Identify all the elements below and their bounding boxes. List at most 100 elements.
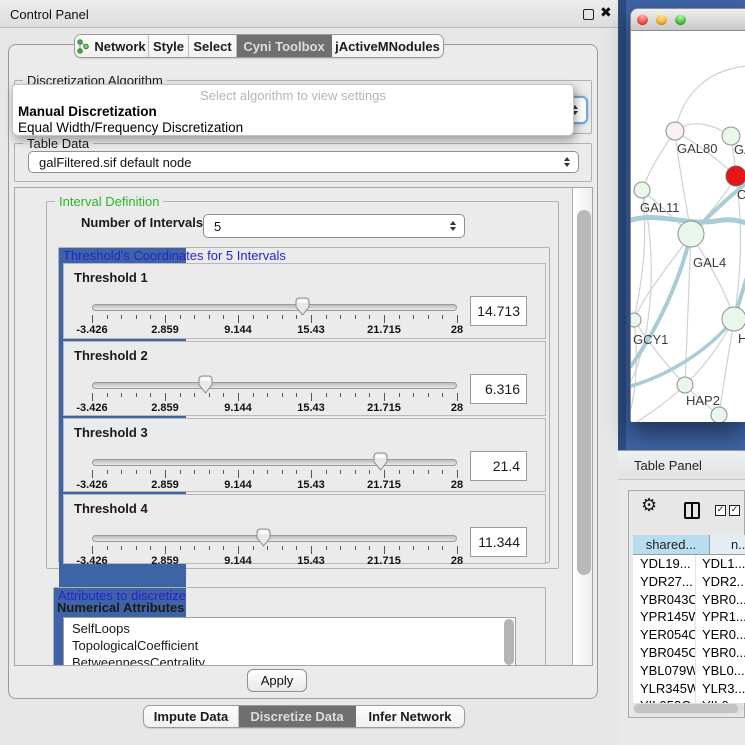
traffic-light-minimize-icon[interactable] <box>656 14 667 25</box>
bottom-tab-bar: Impute Data Discretize Data Infer Networ… <box>143 705 465 728</box>
slider-tick <box>369 546 370 550</box>
tab-jactivemnodules[interactable]: jActiveMNodules <box>332 35 443 57</box>
slider-tick <box>282 315 283 319</box>
table-data-value: galFiltered.sif default node <box>39 155 191 170</box>
attribute-item[interactable]: BetweennessCentrality <box>72 654 515 666</box>
node-label: GA <box>734 142 745 157</box>
slider-track[interactable] <box>92 304 457 311</box>
slider-tick <box>194 315 195 319</box>
slider-tick <box>267 315 268 319</box>
table-row[interactable]: YLR345WYLR3... <box>633 680 745 698</box>
slider-tick-label: 28 <box>451 555 463 567</box>
tab-select[interactable]: Select <box>189 35 237 57</box>
table-row[interactable]: YBR043CYBR0... <box>633 591 745 609</box>
network-window[interactable]: GAL80GACGAL11GAL4GCY1HHAP2 <box>630 8 745 421</box>
tab-impute-data[interactable]: Impute Data <box>144 706 239 727</box>
checkbox-icon[interactable]: ✓ <box>729 505 740 516</box>
table-data-combobox[interactable]: galFiltered.sif default node <box>28 151 579 173</box>
gear-icon[interactable]: ⚙ <box>641 497 657 515</box>
slider-ticks <box>92 546 457 555</box>
tab-network[interactable]: Network <box>75 35 149 57</box>
group-title: Interval Definition <box>55 194 163 209</box>
dropdown-option[interactable]: Equal Width/Frequency Discretization <box>18 120 243 135</box>
slider-tick <box>457 393 458 401</box>
node-label: H <box>738 331 745 346</box>
tab-cyni-toolbox[interactable]: Cyni Toolbox <box>237 35 332 57</box>
slider-track[interactable] <box>92 382 457 389</box>
number-of-intervals-combobox[interactable]: 5 <box>203 214 465 238</box>
threshold-value-field[interactable]: 11.344 <box>470 527 527 557</box>
table-row[interactable]: YPR145WYPR1... <box>633 608 745 626</box>
column-header-name[interactable]: n... <box>710 535 745 555</box>
float-icon[interactable] <box>583 9 594 20</box>
threshold-panel: Threshold 3 -3.4262.8599.14415.4321.7152… <box>63 418 546 492</box>
table-cell: YPR145W <box>633 608 696 626</box>
slider-tick <box>150 546 151 550</box>
network-node[interactable] <box>677 377 693 393</box>
network-node[interactable] <box>631 313 641 327</box>
network-node[interactable] <box>711 407 727 422</box>
slider-tick <box>326 470 327 474</box>
apply-button[interactable]: Apply <box>247 669 307 692</box>
threshold-value-field[interactable]: 6.316 <box>470 374 527 404</box>
slider-tick-label: 9.144 <box>224 555 252 567</box>
window-titlebar[interactable] <box>631 9 745 31</box>
attribute-item[interactable]: SelfLoops <box>72 620 515 637</box>
slider-tick-labels: -3.4262.8599.14415.4321.71528 <box>92 324 457 336</box>
threshold-value-field[interactable]: 21.4 <box>470 451 527 481</box>
table-row[interactable]: YBL079WYBL0... <box>633 662 745 680</box>
slider-track[interactable] <box>92 459 457 466</box>
tab-infer-network[interactable]: Infer Network <box>356 706 464 727</box>
scrollbar-thumb[interactable] <box>577 210 591 575</box>
network-node[interactable] <box>678 221 704 247</box>
network-node[interactable] <box>722 307 745 331</box>
slider-track[interactable] <box>92 535 457 542</box>
slider-ticks <box>92 470 457 479</box>
vertical-scrollbar[interactable] <box>572 188 593 666</box>
slider-tick <box>165 315 166 323</box>
traffic-light-close-icon[interactable] <box>637 14 648 25</box>
network-node[interactable] <box>726 166 745 186</box>
close-icon[interactable]: ✖ <box>600 5 612 21</box>
slider-thumb[interactable] <box>295 297 310 316</box>
traffic-light-zoom-icon[interactable] <box>675 14 686 25</box>
slider-thumb[interactable] <box>256 528 271 547</box>
network-canvas[interactable]: GAL80GACGAL11GAL4GCY1HHAP2 <box>631 31 745 422</box>
slider-tick-label: 21.715 <box>367 555 401 567</box>
column-header-shared-name[interactable]: shared... <box>633 535 710 555</box>
dropdown-option[interactable]: Manual Discretization <box>18 104 157 119</box>
slider-tick <box>355 315 356 319</box>
slider-tick-label: 15.43 <box>297 555 325 567</box>
slider-tick-label: 2.859 <box>151 555 179 567</box>
scrollbar-thumb[interactable] <box>634 704 738 713</box>
attributes-list[interactable]: SelfLoopsTopologicalCoefficientBetweenne… <box>63 617 516 666</box>
node-table[interactable]: YDL19...YDL1...YDR27...YDR2...YBR043CYBR… <box>633 555 745 703</box>
slider-tick <box>194 470 195 474</box>
tab-discretize-data[interactable]: Discretize Data <box>239 706 356 727</box>
table-row[interactable]: YBR045CYBR0... <box>633 644 745 662</box>
slider-tick <box>296 393 297 397</box>
split-column-icon[interactable] <box>684 502 700 519</box>
slider-tick <box>296 470 297 474</box>
table-cell: YBR0... <box>696 591 745 609</box>
node-label: HAP2 <box>686 393 720 408</box>
threshold-label: Threshold 4 <box>74 501 148 516</box>
tab-label: Cyni Toolbox <box>243 39 324 54</box>
slider-thumb[interactable] <box>373 452 388 471</box>
table-row[interactable]: YDL19...YDL1... <box>633 555 745 573</box>
table-row[interactable]: YDR27...YDR2... <box>633 573 745 591</box>
slider-tick-label: 21.715 <box>367 479 401 491</box>
attribute-item[interactable]: TopologicalCoefficient <box>72 637 515 654</box>
table-row[interactable]: YER054CYER0... <box>633 626 745 644</box>
slider-tick <box>107 393 108 397</box>
slider-thumb[interactable] <box>198 375 213 394</box>
network-node[interactable] <box>634 182 650 198</box>
threshold-value-field[interactable]: 14.713 <box>470 296 527 326</box>
horizontal-scrollbar[interactable] <box>633 703 743 714</box>
list-scrollbar-thumb[interactable] <box>504 619 514 665</box>
checkbox-icon[interactable]: ✓ <box>715 505 726 516</box>
slider-tick <box>223 393 224 397</box>
tab-style[interactable]: Style <box>149 35 189 57</box>
network-node[interactable] <box>666 122 684 140</box>
slider-tick-label: 9.144 <box>224 324 252 336</box>
